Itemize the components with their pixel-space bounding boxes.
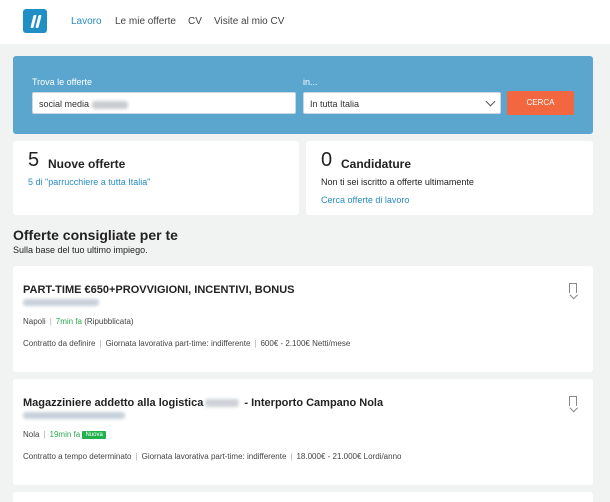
job-workday: Giornata lavorativa part-time: indiffere… xyxy=(141,452,287,461)
job-title-start: Magazziniere addetto alla logistica xyxy=(23,397,204,409)
bookmark-icon[interactable] xyxy=(569,283,577,293)
job-title[interactable]: PART-TIME €650+PROVVIGIONI, INCENTIVI, B… xyxy=(23,284,295,296)
new-badge: Nuova xyxy=(82,431,106,439)
job-card[interactable]: PART-TIME €650+PROVVIGIONI, INCENTIVI, B… xyxy=(13,266,593,372)
redacted-text xyxy=(92,100,129,109)
redacted-company xyxy=(23,412,125,419)
job-contract: Contratto da definire xyxy=(23,339,96,348)
top-navbar: Lavoro Le mie offerte CV Visite al mio C… xyxy=(0,0,610,44)
applications-card: 0 Candidature Non ti sei iscritto a offe… xyxy=(306,141,593,215)
job-meta: Napoli | 7min fa (Ripubblicata) xyxy=(23,317,134,326)
job-card[interactable] xyxy=(13,492,593,502)
location-select-value: In tutta Italia xyxy=(310,99,360,109)
redacted-company xyxy=(23,299,99,306)
job-salary: 600€ - 2.100€ Netti/mese xyxy=(260,339,351,348)
job-status: (Ripubblicata) xyxy=(84,317,134,326)
job-time: 19min fa xyxy=(49,430,81,439)
location-select[interactable]: In tutta Italia xyxy=(303,92,501,114)
chevron-down-icon xyxy=(485,96,496,107)
redacted-text xyxy=(205,399,240,408)
search-what-label: Trova le offerte xyxy=(32,77,93,87)
new-offers-count: 5 xyxy=(28,149,40,171)
recommended-title: Offerte consigliate per te xyxy=(13,227,178,243)
applications-count: 0 xyxy=(321,149,333,171)
job-city: Napoli xyxy=(23,317,46,326)
recommended-subtitle: Sulla base del tuo ultimo impiego. xyxy=(13,245,148,255)
job-time: 7min fa xyxy=(55,317,82,326)
search-what-input[interactable]: social media xyxy=(32,92,296,114)
search-jobs-link[interactable]: Cerca offerte di lavoro xyxy=(321,195,409,205)
search-where-label: in... xyxy=(303,77,318,87)
infojobs-logo-icon[interactable] xyxy=(23,9,47,33)
new-offers-link[interactable]: 5 di "parrucchiere a tutta Italia" xyxy=(28,177,150,187)
nav-item-le-mie-offerte[interactable]: Le mie offerte xyxy=(115,16,176,27)
job-details: Contratto da definire | Giornata lavorativ… xyxy=(23,339,351,348)
search-button[interactable]: CERCA xyxy=(507,91,574,115)
job-card[interactable]: Magazziniere addetto alla logistica - In… xyxy=(13,379,593,485)
job-workday: Giornata lavorativa part-time: indiffere… xyxy=(105,339,251,348)
nav-item-lavoro[interactable]: Lavoro xyxy=(71,16,102,27)
bookmark-icon[interactable] xyxy=(569,396,577,406)
search-what-value: social media xyxy=(39,99,90,109)
applications-title: Candidature xyxy=(341,157,412,171)
new-offers-title: Nuove offerte xyxy=(48,157,126,171)
nav-item-visite-cv[interactable]: Visite al mio CV xyxy=(214,16,284,27)
job-details: Contratto a tempo determinato | Giornata l… xyxy=(23,452,402,461)
job-meta: Nola | 19min fa Nuova xyxy=(23,430,106,439)
job-city: Nola xyxy=(23,430,40,439)
new-offers-card: 5 Nuove offerte 5 di "parrucchiere a tut… xyxy=(13,141,299,215)
search-panel: Trova le offerte social media in... In t… xyxy=(13,56,593,134)
job-title-end: - Interporto Campano Nola xyxy=(241,397,384,409)
job-contract: Contratto a tempo determinato xyxy=(23,452,132,461)
job-title[interactable]: Magazziniere addetto alla logistica - In… xyxy=(23,397,383,409)
applications-text: Non ti sei iscritto a offerte ultimament… xyxy=(321,177,474,187)
job-salary: 18.000€ - 21.000€ Lordi/anno xyxy=(296,452,402,461)
nav-item-cv[interactable]: CV xyxy=(188,16,202,27)
